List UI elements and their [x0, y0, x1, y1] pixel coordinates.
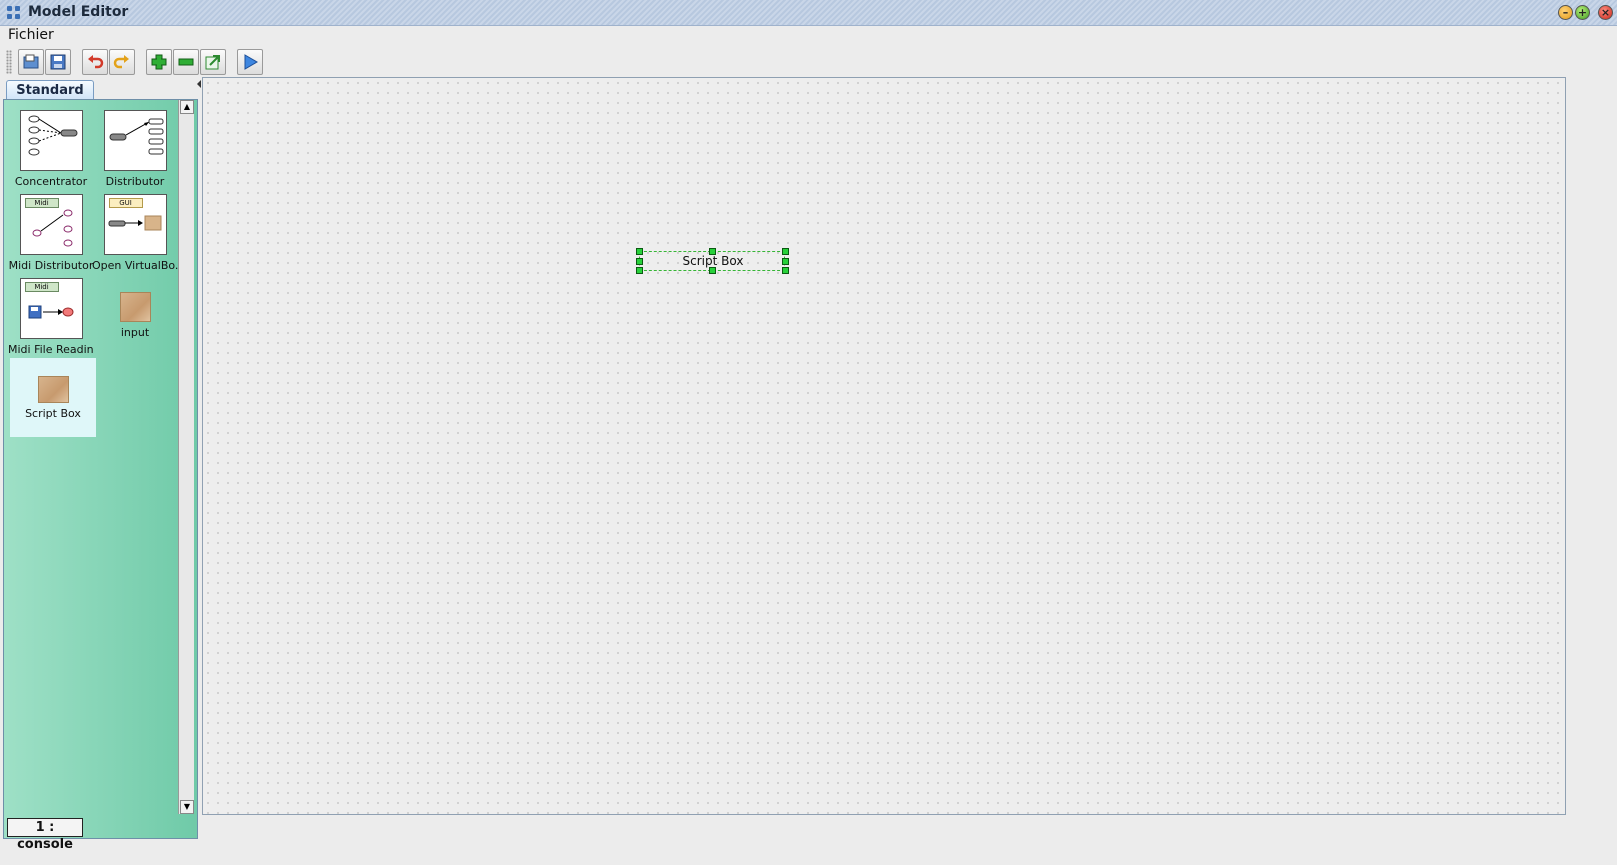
undo-icon: [88, 55, 104, 69]
palette-item-input[interactable]: input: [92, 292, 178, 339]
palette-item-label: Midi Distributor: [8, 259, 94, 272]
component-palette: Standard Concentrator Distributor Midi M…: [3, 80, 198, 840]
export-button[interactable]: [200, 49, 226, 75]
save-button[interactable]: [45, 49, 71, 75]
resize-handle[interactable]: [782, 267, 789, 274]
palette-item-label: Distributor: [105, 175, 165, 188]
save-icon: [50, 54, 66, 70]
run-button[interactable]: [237, 49, 263, 75]
close-button[interactable]: ×: [1598, 5, 1613, 20]
open-virtual-box-icon: GUI: [103, 194, 167, 255]
canvas-node-script-box[interactable]: Script Box: [636, 248, 789, 274]
resize-handle[interactable]: [636, 267, 643, 274]
resize-handle[interactable]: [782, 258, 789, 265]
app-icon: [7, 6, 21, 20]
scroll-up-icon[interactable]: ▲: [180, 100, 194, 114]
collapse-panel-icon[interactable]: [197, 80, 201, 88]
redo-button[interactable]: [109, 49, 135, 75]
resize-handle[interactable]: [782, 248, 789, 255]
tab-standard[interactable]: Standard: [6, 80, 94, 100]
palette-item-label: Concentrator: [14, 175, 88, 188]
minimize-button[interactable]: –: [1558, 5, 1573, 20]
palette-item-label: Open VirtualBo...: [92, 259, 178, 272]
remove-button[interactable]: [173, 49, 199, 75]
script-box-icon: [37, 376, 69, 403]
palette-item-label: Midi File Reading: [8, 343, 94, 356]
model-canvas[interactable]: Script Box: [202, 77, 1566, 815]
palette-scrollbar[interactable]: ▲ ▼: [178, 100, 194, 814]
add-button[interactable]: [146, 49, 172, 75]
resize-handle[interactable]: [709, 267, 716, 274]
toolbar-grip[interactable]: [6, 50, 12, 74]
resize-handle[interactable]: [636, 248, 643, 255]
remove-icon: [178, 58, 194, 66]
scroll-down-icon[interactable]: ▼: [180, 800, 194, 814]
toolbar: [0, 46, 1617, 78]
menu-bar: Fichier: [0, 26, 1617, 46]
midi-distributor-icon: Midi: [19, 194, 83, 255]
palette-item-script-box[interactable]: Script Box: [10, 358, 96, 437]
palette-item-midi-file-reading[interactable]: Midi Midi File Reading: [8, 278, 94, 356]
open-icon: [23, 54, 39, 69]
resize-handle[interactable]: [636, 258, 643, 265]
palette-item-label: input: [120, 326, 150, 339]
add-icon: [151, 54, 167, 70]
palette-item-open-virtual-box[interactable]: GUI Open VirtualBo...: [92, 194, 178, 272]
window-title: Model Editor: [28, 4, 129, 20]
undo-button[interactable]: [82, 49, 108, 75]
title-bar: Model Editor – + ×: [0, 0, 1617, 26]
concentrator-icon: [19, 110, 83, 171]
open-button[interactable]: [18, 49, 44, 75]
play-icon: [244, 54, 258, 70]
resize-handle[interactable]: [709, 248, 716, 255]
palette-item-concentrator[interactable]: Concentrator: [8, 110, 94, 188]
palette-item-label: Script Box: [25, 407, 81, 420]
palette-item-distributor[interactable]: Distributor: [92, 110, 178, 188]
redo-icon: [113, 55, 129, 69]
tab-console[interactable]: 1 : console: [7, 818, 83, 852]
export-icon: [205, 55, 220, 70]
menu-fichier[interactable]: Fichier: [8, 27, 54, 43]
maximize-button[interactable]: +: [1575, 5, 1590, 20]
node-label: Script Box: [682, 254, 744, 268]
midi-file-reading-icon: Midi: [19, 278, 83, 339]
palette-item-midi-distributor[interactable]: Midi Midi Distributor: [8, 194, 94, 272]
input-icon: [119, 292, 151, 322]
distributor-icon: [103, 110, 167, 171]
